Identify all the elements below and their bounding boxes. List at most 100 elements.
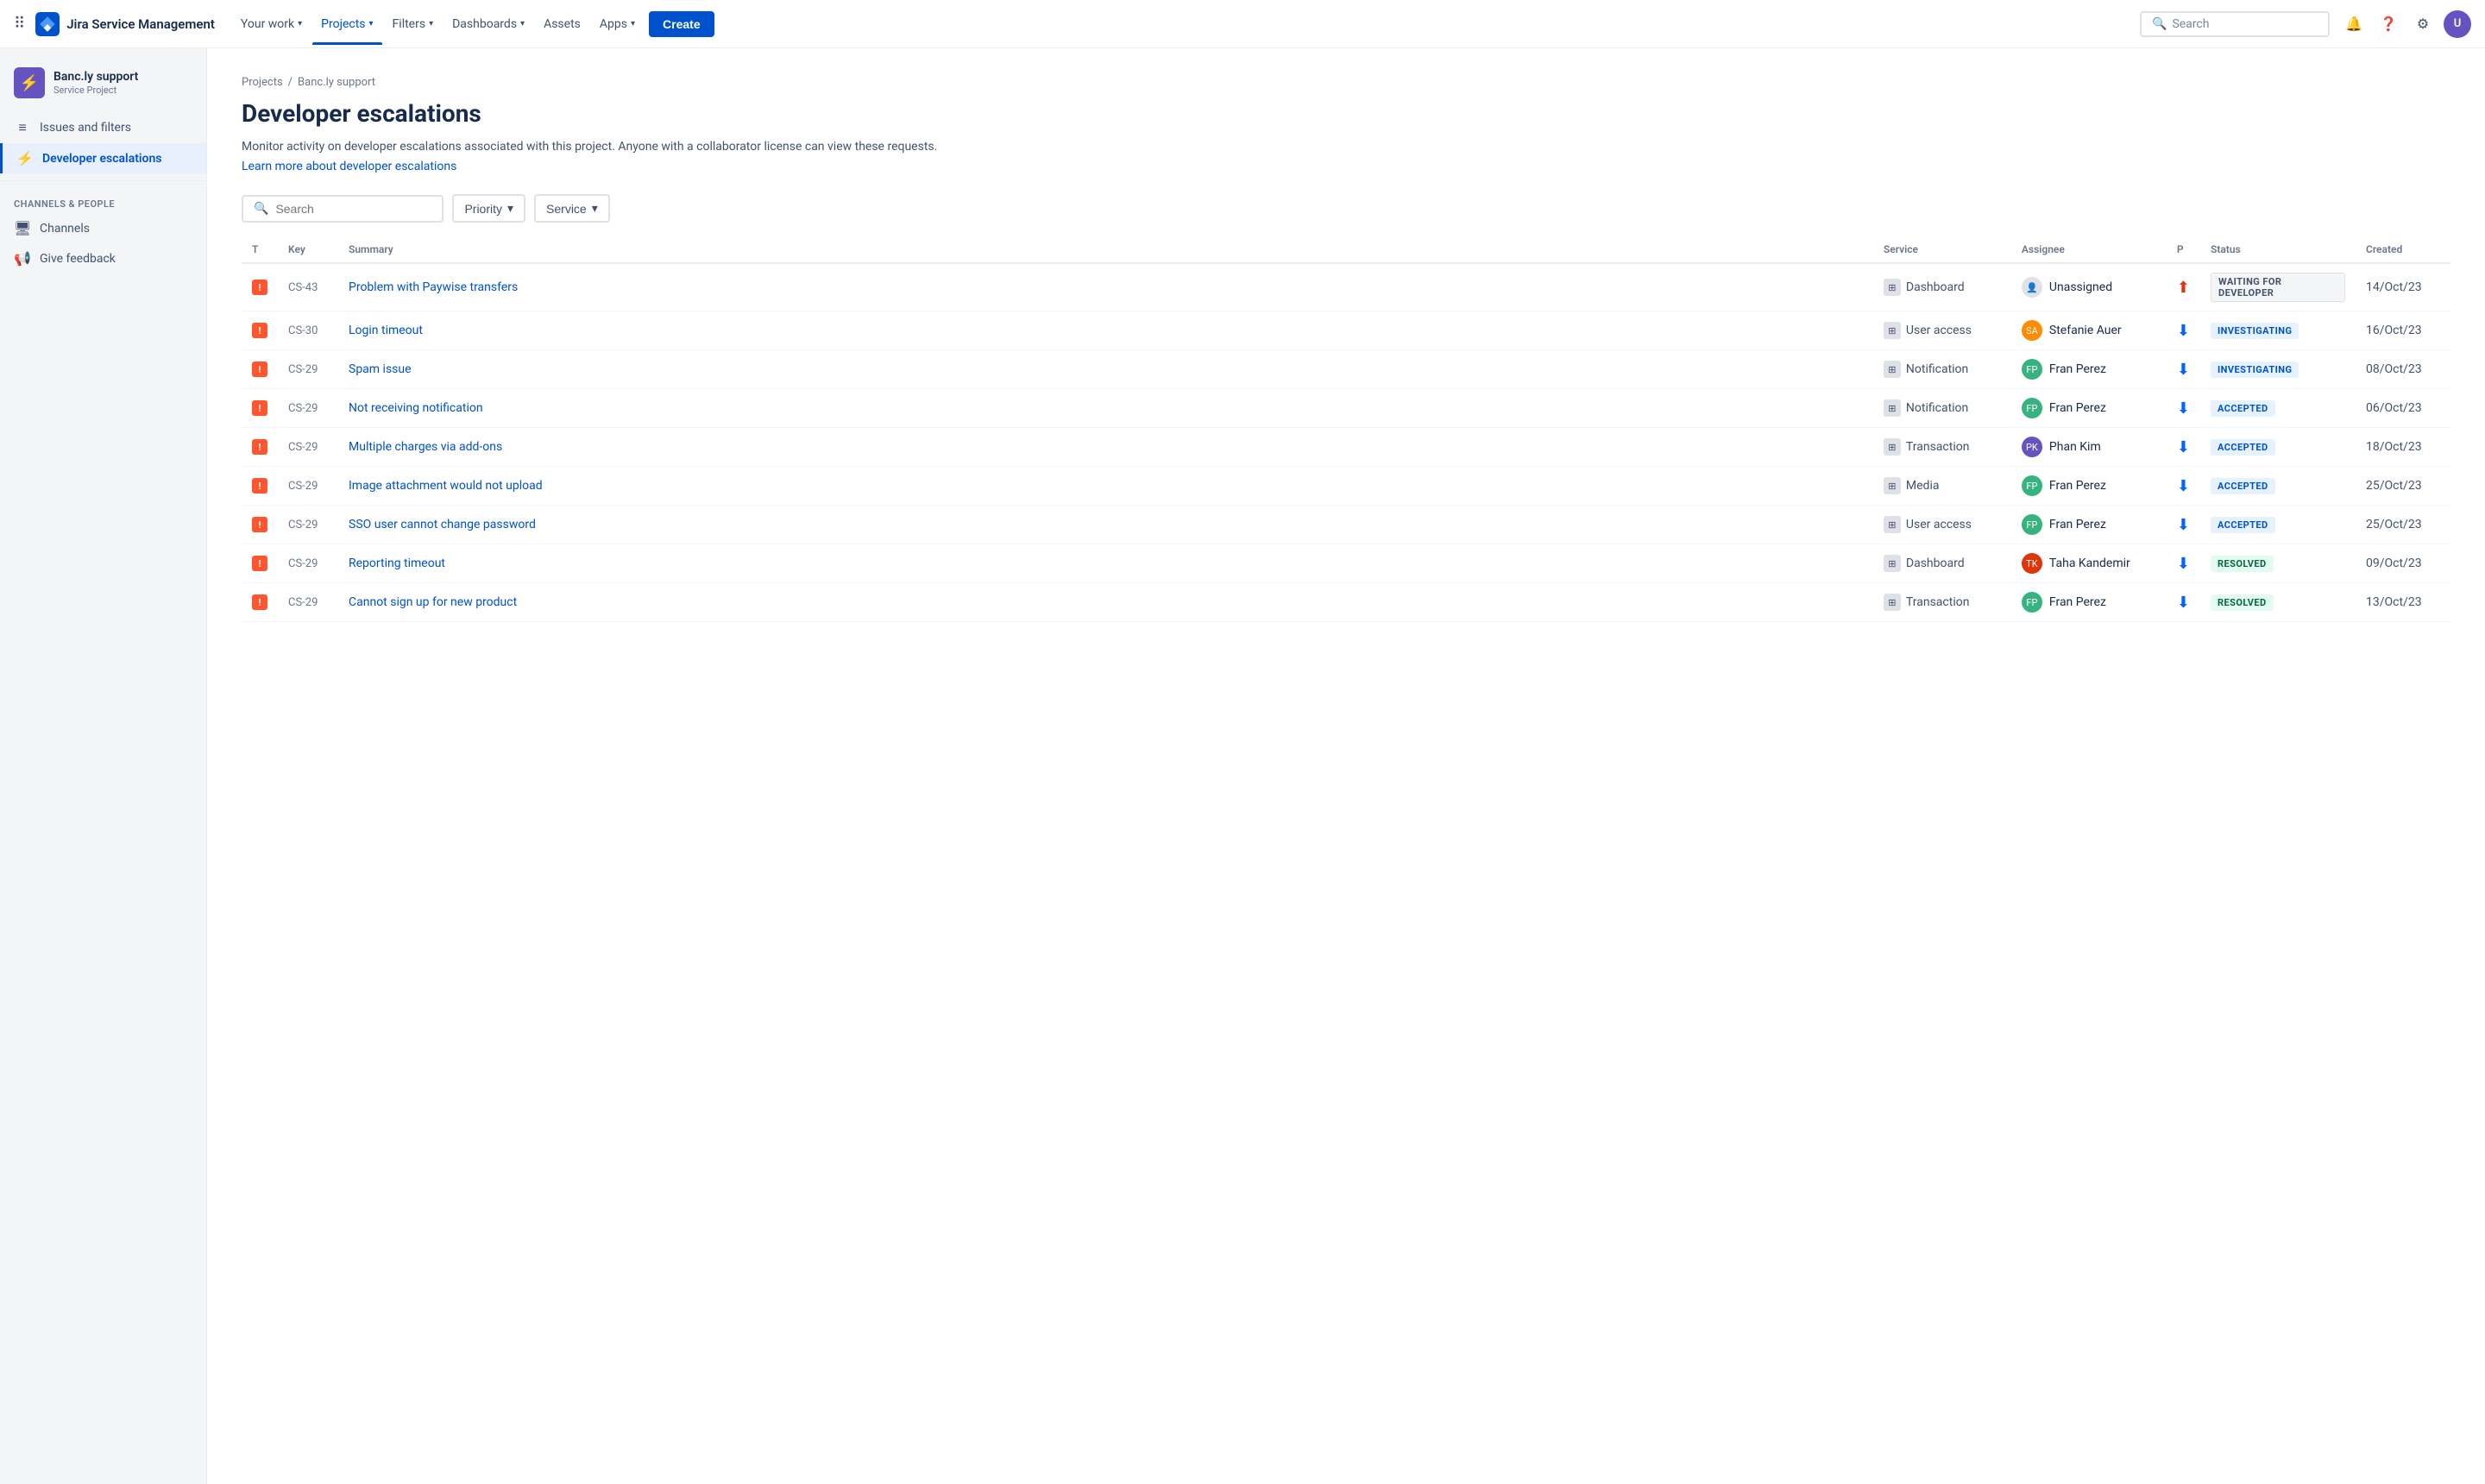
status-badge: ACCEPTED — [2211, 478, 2275, 494]
issue-link[interactable]: Not receiving notification — [349, 401, 483, 415]
sidebar-item-give-feedback[interactable]: 📢 Give feedback — [0, 243, 206, 274]
nav-dashboards[interactable]: Dashboards ▾ — [444, 12, 533, 36]
cell-type: ! — [242, 263, 278, 311]
issue-link[interactable]: SSO user cannot change password — [349, 518, 536, 531]
type-icon: ! — [252, 400, 267, 416]
priority-low-icon: ⬇ — [2177, 361, 2190, 379]
service-name: Dashboard — [1906, 280, 1965, 294]
cell-created: 25/Oct/23 — [2356, 506, 2450, 544]
learn-more-link[interactable]: Learn more about developer escalations — [242, 160, 456, 173]
issue-link[interactable]: Multiple charges via add-ons — [349, 440, 502, 454]
cell-summary[interactable]: Multiple charges via add-ons — [338, 428, 1873, 467]
cell-summary[interactable]: Problem with Paywise transfers — [338, 263, 1873, 311]
user-avatar[interactable]: U — [2444, 10, 2471, 38]
cell-assignee: FP Fran Perez — [2011, 467, 2167, 506]
cell-key: CS-43 — [278, 263, 338, 311]
service-name: Transaction — [1906, 595, 1970, 609]
type-icon: ! — [252, 594, 267, 610]
cell-status: ACCEPTED — [2200, 506, 2356, 544]
priority-low-icon: ⬇ — [2177, 322, 2190, 340]
issue-link[interactable]: Reporting timeout — [349, 556, 445, 570]
topnav-search[interactable]: 🔍 Search — [2140, 11, 2330, 37]
settings-button[interactable]: ⚙ — [2409, 10, 2437, 38]
cell-type: ! — [242, 506, 278, 544]
table-row: ! CS-29 Spam issue ⊞ Notification FP Fra… — [242, 350, 2450, 389]
cell-type: ! — [242, 544, 278, 583]
sidebar-item-channels[interactable]: 🖥 Channels — [0, 213, 206, 243]
cell-summary[interactable]: Image attachment would not upload — [338, 467, 1873, 506]
service-icon: ⊞ — [1884, 555, 1901, 572]
cell-priority: ⬇ — [2167, 350, 2200, 389]
issues-icon: ≡ — [14, 119, 31, 136]
service-name: User access — [1906, 324, 1972, 337]
cell-summary[interactable]: SSO user cannot change password — [338, 506, 1873, 544]
nav-your-work[interactable]: Your work ▾ — [232, 12, 311, 36]
cell-key: CS-29 — [278, 389, 338, 428]
priority-high-icon: ⬆ — [2177, 279, 2190, 297]
chevron-down-icon: ▾ — [507, 201, 513, 216]
cell-summary[interactable]: Spam issue — [338, 350, 1873, 389]
table-row: ! CS-29 SSO user cannot change password … — [242, 506, 2450, 544]
cell-summary[interactable]: Cannot sign up for new product — [338, 583, 1873, 622]
nav-assets[interactable]: Assets — [535, 12, 589, 36]
topnav-right: 🔔 ❓ ⚙ U — [2340, 10, 2471, 38]
issue-link[interactable]: Cannot sign up for new product — [349, 595, 517, 609]
issue-link[interactable]: Problem with Paywise transfers — [349, 280, 518, 294]
type-icon: ! — [252, 280, 267, 295]
cell-created: 25/Oct/23 — [2356, 467, 2450, 506]
cell-assignee: FP Fran Perez — [2011, 350, 2167, 389]
logo[interactable]: Jira Service Management — [35, 12, 215, 36]
search-input[interactable] — [275, 202, 431, 216]
filters-row: 🔍 Priority ▾ Service ▾ — [242, 194, 2450, 223]
status-badge: RESOLVED — [2211, 594, 2274, 611]
page-title: Developer escalations — [242, 99, 2450, 128]
col-header-assignee: Assignee — [2011, 236, 2167, 263]
cell-key: CS-30 — [278, 311, 338, 350]
priority-filter[interactable]: Priority ▾ — [452, 194, 525, 223]
cell-summary[interactable]: Not receiving notification — [338, 389, 1873, 428]
issue-link[interactable]: Spam issue — [349, 362, 412, 376]
table-row: ! CS-43 Problem with Paywise transfers ⊞… — [242, 263, 2450, 311]
sidebar: ⚡ Banc.ly support Service Project ≡ Issu… — [0, 48, 207, 1484]
table-row: ! CS-30 Login timeout ⊞ User access SA S… — [242, 311, 2450, 350]
grid-icon[interactable]: ⠿ — [14, 15, 25, 33]
type-icon: ! — [252, 517, 267, 532]
cell-priority: ⬇ — [2167, 389, 2200, 428]
cell-created: 16/Oct/23 — [2356, 311, 2450, 350]
cell-type: ! — [242, 467, 278, 506]
service-filter[interactable]: Service ▾ — [534, 194, 610, 223]
cell-priority: ⬇ — [2167, 311, 2200, 350]
issues-tbody: ! CS-43 Problem with Paywise transfers ⊞… — [242, 263, 2450, 622]
cell-service: ⊞ User access — [1873, 506, 2011, 544]
col-header-key: Key — [278, 236, 338, 263]
cell-summary[interactable]: Reporting timeout — [338, 544, 1873, 583]
cell-key: CS-29 — [278, 467, 338, 506]
assignee-name: Fran Perez — [2049, 518, 2106, 531]
search-filter[interactable]: 🔍 — [242, 195, 444, 223]
sidebar-item-developer-escalations[interactable]: ⚡ Developer escalations — [0, 143, 206, 173]
status-badge: ACCEPTED — [2211, 400, 2275, 417]
breadcrumb-projects[interactable]: Projects — [242, 76, 283, 89]
service-name: Notification — [1906, 362, 1968, 376]
table-row: ! CS-29 Image attachment would not uploa… — [242, 467, 2450, 506]
create-button[interactable]: Create — [649, 11, 714, 37]
nav-projects[interactable]: Projects ▾ — [312, 12, 381, 36]
cell-priority: ⬇ — [2167, 506, 2200, 544]
issue-link[interactable]: Image attachment would not upload — [349, 479, 543, 493]
breadcrumb-project-name[interactable]: Banc.ly support — [298, 76, 375, 89]
service-name: Dashboard — [1906, 556, 1965, 570]
nav-filters[interactable]: Filters ▾ — [384, 12, 443, 36]
breadcrumb-separator: / — [288, 76, 293, 89]
jira-logo-icon — [35, 12, 60, 36]
cell-summary[interactable]: Login timeout — [338, 311, 1873, 350]
service-icon: ⊞ — [1884, 594, 1901, 611]
status-badge: RESOLVED — [2211, 556, 2274, 572]
notifications-button[interactable]: 🔔 — [2340, 10, 2368, 38]
assignee-name: Fran Perez — [2049, 479, 2106, 493]
issue-link[interactable]: Login timeout — [349, 324, 423, 337]
page-description: Monitor activity on developer escalation… — [242, 138, 2450, 156]
cell-priority: ⬇ — [2167, 467, 2200, 506]
sidebar-item-issues-filters[interactable]: ≡ Issues and filters — [0, 112, 206, 143]
nav-apps[interactable]: Apps ▾ — [591, 12, 644, 36]
help-button[interactable]: ❓ — [2375, 10, 2402, 38]
